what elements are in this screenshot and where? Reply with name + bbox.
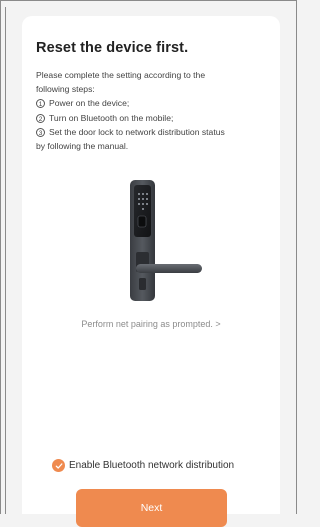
step-1: 1 Power on the device; (36, 96, 272, 110)
reset-card: Reset the device first. Please complete … (22, 16, 280, 527)
page-title: Reset the device first. (36, 40, 189, 56)
step-2-text: Turn on Bluetooth on the mobile; (49, 112, 174, 123)
step-3-text: Set the door lock to network distributio… (49, 126, 225, 137)
next-button[interactable]: Next (76, 489, 227, 527)
step-number-3: 3 (36, 127, 45, 137)
enable-bluetooth-label: Enable Bluetooth network distribution (69, 460, 235, 471)
enable-bluetooth-option[interactable]: Enable Bluetooth network distribution (52, 459, 234, 472)
step-3-continued: by following the manual. (36, 141, 129, 152)
door-lock-illustration (106, 180, 206, 304)
check-circle-icon[interactable] (52, 459, 65, 472)
step-number-1: 1 (36, 99, 45, 109)
step-number-2: 2 (36, 113, 45, 123)
step-3: 3 Set the door lock to network distributi… (36, 125, 272, 139)
step-1-text: Power on the device; (49, 98, 130, 109)
instruction-line-2: following steps: (36, 84, 95, 95)
net-pairing-link[interactable]: Perform net pairing as prompted. > (22, 319, 280, 329)
smart-lock-icon (130, 180, 202, 301)
instructions: Please complete the setting according to… (36, 68, 272, 153)
step-2: 2 Turn on Bluetooth on the mobile; (36, 111, 272, 125)
instruction-line-1: Please complete the setting according to… (36, 70, 206, 80)
